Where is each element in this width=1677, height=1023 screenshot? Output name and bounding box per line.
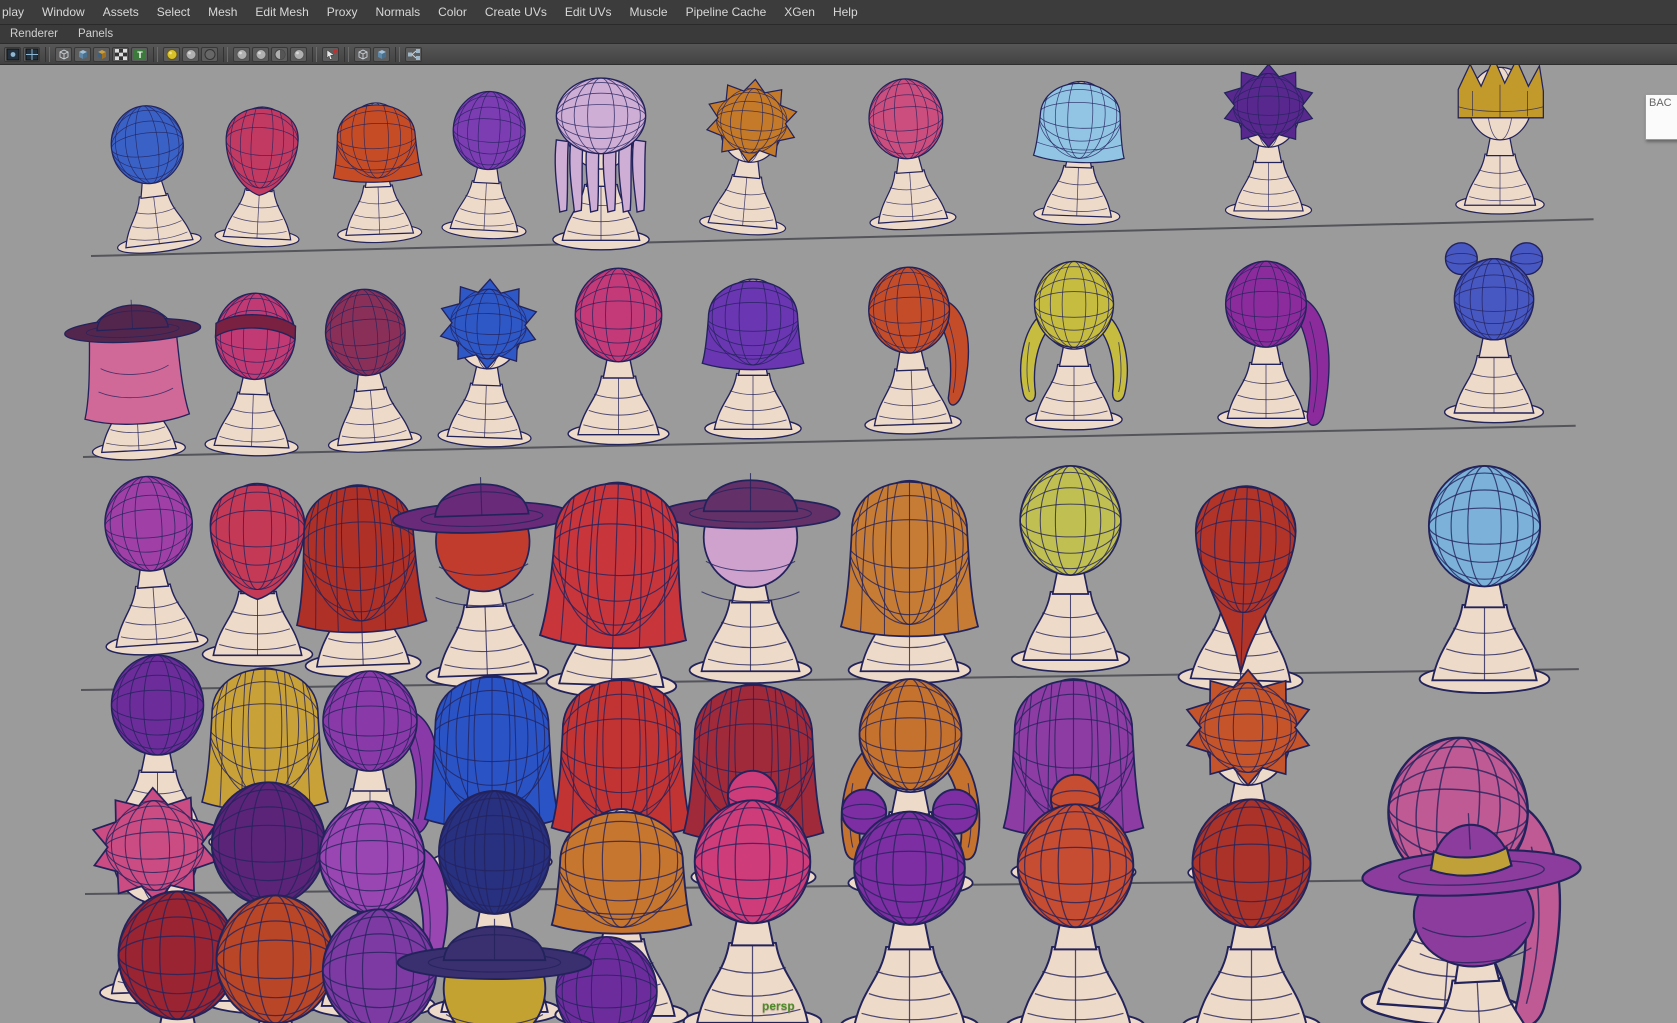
toolbar-separator bbox=[344, 46, 349, 62]
menu-item-muscle[interactable]: Muscle bbox=[621, 5, 677, 19]
no-lights-icon[interactable] bbox=[201, 46, 218, 62]
hair-model-round[interactable] bbox=[1386, 445, 1583, 700]
main-menu-bar: play Window Assets Select Mesh Edit Mesh Proxy… bbox=[0, 0, 1677, 25]
hair-model-twintails[interactable] bbox=[1001, 246, 1147, 435]
single-pane-layout-icon[interactable] bbox=[4, 46, 21, 62]
xray-display-icon[interactable] bbox=[233, 46, 250, 62]
hair-model-round[interactable] bbox=[86, 92, 214, 257]
menu-item-create-uvs[interactable]: Create UVs bbox=[476, 5, 556, 19]
toolbar-separator bbox=[45, 46, 50, 62]
hair-model-ponytail[interactable] bbox=[1193, 244, 1339, 433]
shaded-cube-icon[interactable] bbox=[373, 46, 390, 62]
selection-highlight-icon[interactable] bbox=[322, 46, 339, 62]
textured-display-icon[interactable] bbox=[93, 46, 110, 62]
menu-item-edit-mesh[interactable]: Edit Mesh bbox=[246, 5, 317, 19]
hair-model-tentacles[interactable] bbox=[528, 66, 674, 255]
hair-model-hatbrim[interactable] bbox=[64, 282, 205, 465]
hair-model-spiky[interactable] bbox=[684, 70, 815, 239]
camera-label: persp bbox=[762, 999, 795, 1013]
menu-item-mesh[interactable]: Mesh bbox=[199, 5, 246, 19]
hair-model-crown[interactable] bbox=[1433, 45, 1567, 219]
hair-model-witchhat[interactable] bbox=[1361, 800, 1585, 1023]
all-lights-icon[interactable] bbox=[182, 46, 199, 62]
panel-menu-panels[interactable]: Panels bbox=[68, 28, 123, 40]
checker-map-icon[interactable] bbox=[112, 46, 129, 62]
wire-cube-icon[interactable] bbox=[354, 46, 371, 62]
backface-culling-icon[interactable] bbox=[271, 46, 288, 62]
hair-model-round[interactable] bbox=[981, 447, 1160, 678]
viewport[interactable] bbox=[0, 0, 1677, 1023]
menu-item-edit-uvs[interactable]: Edit UVs bbox=[556, 5, 621, 19]
image-plane-icon[interactable] bbox=[290, 46, 307, 62]
four-pane-layout-icon[interactable] bbox=[23, 46, 40, 62]
menu-item-play[interactable]: play bbox=[0, 5, 33, 19]
panel-menu-bar: Renderer Panels bbox=[0, 25, 1677, 44]
toolbar-separator bbox=[395, 46, 400, 62]
hair-model-bob[interactable] bbox=[680, 255, 826, 444]
hair-model-round[interactable] bbox=[1147, 777, 1356, 1023]
hair-model-round[interactable] bbox=[842, 65, 973, 234]
hair-model-buns[interactable] bbox=[1419, 234, 1569, 428]
uv-texture-editor-icon[interactable]: T bbox=[131, 46, 148, 62]
viewport-toolbar: T bbox=[0, 44, 1677, 65]
hair-model-hatbrim[interactable] bbox=[394, 894, 595, 1023]
menu-item-proxy[interactable]: Proxy bbox=[318, 5, 367, 19]
menu-item-xgen[interactable]: XGen bbox=[775, 5, 824, 19]
menu-item-help[interactable]: Help bbox=[824, 5, 867, 19]
toolbar-separator bbox=[153, 46, 158, 62]
hair-model-round[interactable] bbox=[542, 252, 695, 450]
toolbar-separator bbox=[223, 46, 228, 62]
hair-model-spiky[interactable] bbox=[1203, 55, 1334, 224]
menu-item-select[interactable]: Select bbox=[148, 5, 199, 19]
hair-model-teardrop[interactable] bbox=[197, 86, 325, 251]
node-connections-icon[interactable] bbox=[405, 46, 422, 62]
menu-item-window[interactable]: Window bbox=[33, 5, 94, 19]
hair-model-ponytail[interactable] bbox=[837, 250, 983, 439]
menu-item-assets[interactable]: Assets bbox=[94, 5, 148, 19]
wireframe-display-icon[interactable] bbox=[55, 46, 72, 62]
panel-menu-renderer[interactable]: Renderer bbox=[0, 28, 68, 40]
hair-model-bob[interactable] bbox=[1014, 60, 1145, 229]
default-light-icon[interactable] bbox=[163, 46, 180, 62]
menu-item-pipeline-cache[interactable]: Pipeline Cache bbox=[677, 5, 776, 19]
toolbar-separator bbox=[312, 46, 317, 62]
menu-item-color[interactable]: Color bbox=[429, 5, 476, 19]
shaded-display-icon[interactable] bbox=[74, 46, 91, 62]
joints-display-icon[interactable] bbox=[252, 46, 269, 62]
svg-text:T: T bbox=[137, 50, 143, 60]
hair-model-bob[interactable] bbox=[313, 82, 441, 247]
menu-item-normals[interactable]: Normals bbox=[366, 5, 429, 19]
tooltip: BAC bbox=[1645, 94, 1677, 140]
hair-model-headband[interactable] bbox=[184, 278, 325, 461]
hair-model-spiky[interactable] bbox=[417, 269, 558, 452]
